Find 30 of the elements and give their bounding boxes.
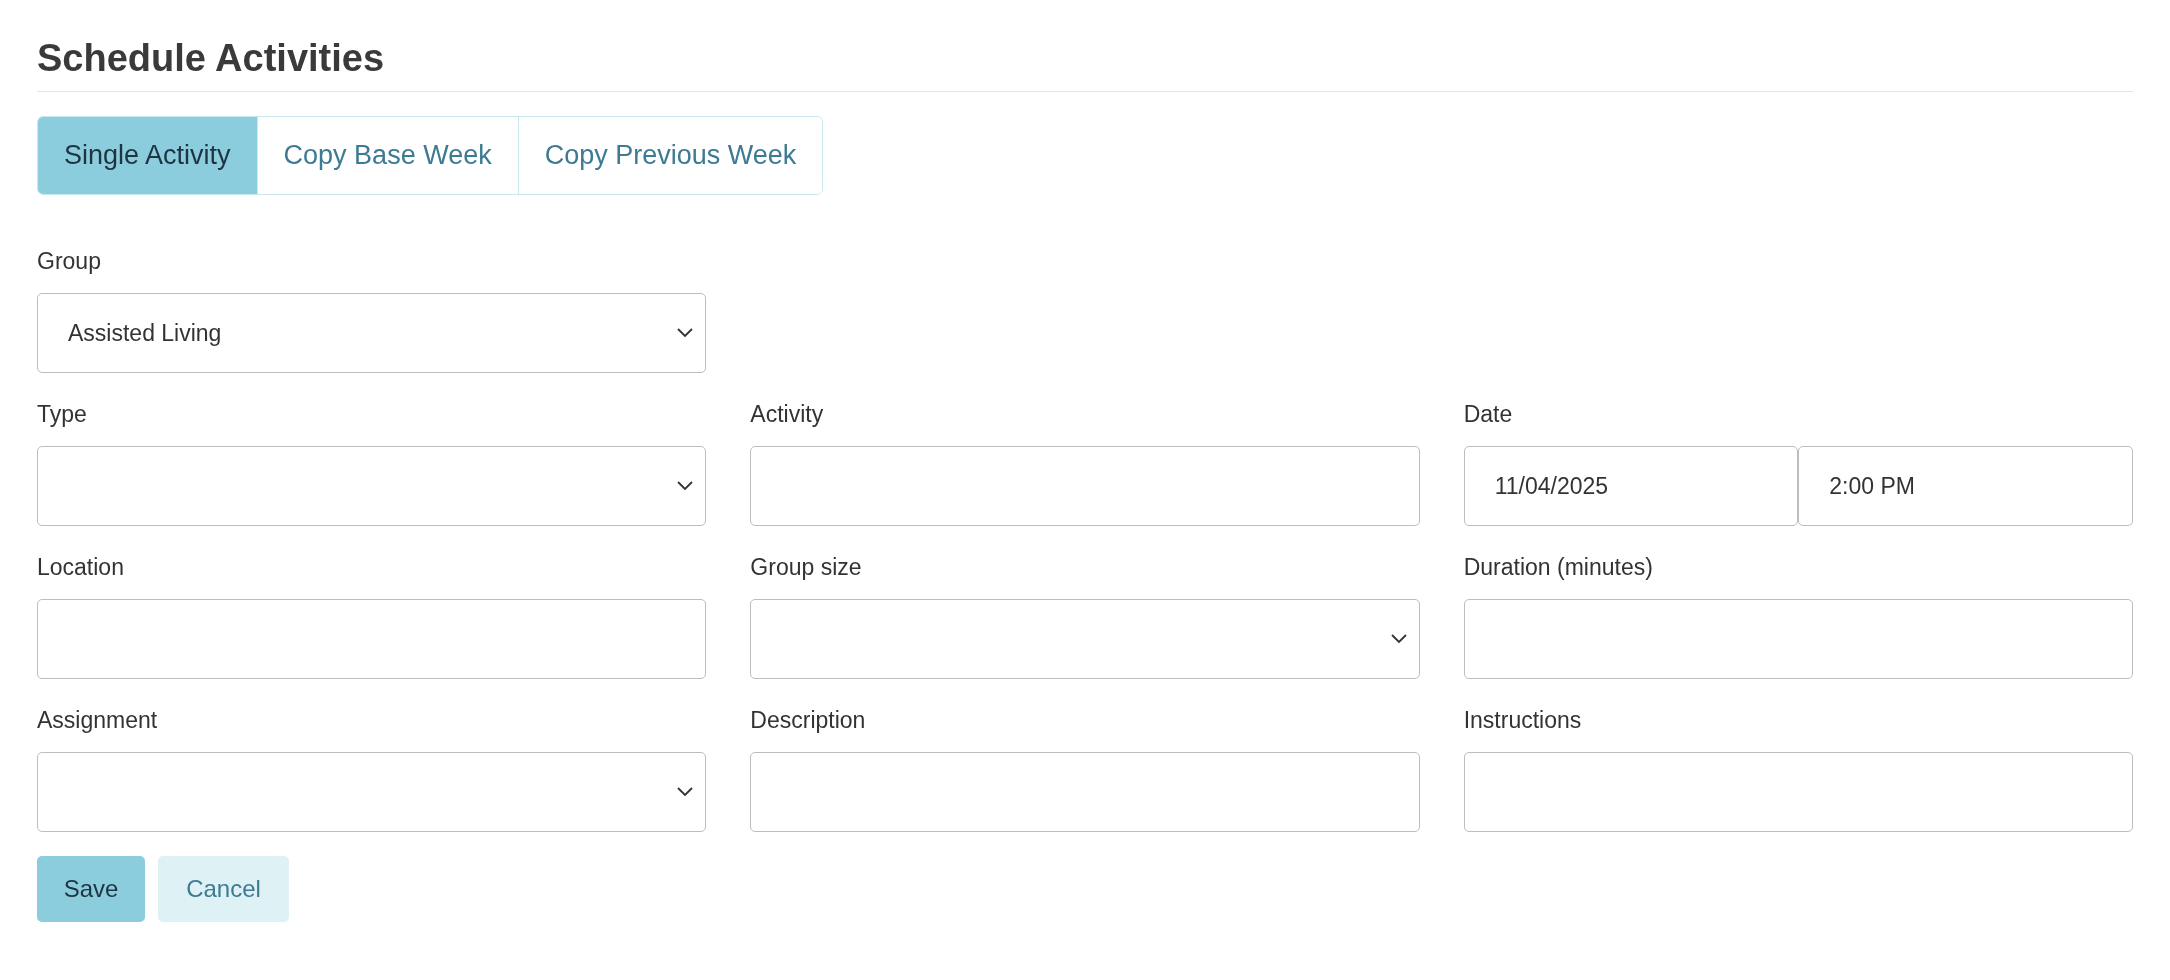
chevron-down-icon [1390, 634, 1407, 644]
date-field[interactable]: 11/04/2025 [1463, 446, 1799, 526]
field-label: Activity [750, 400, 825, 428]
tab[interactable]: Copy Previous Week [517, 117, 823, 194]
tab[interactable]: Single Activity [38, 117, 257, 194]
field-label: Description [750, 706, 867, 734]
text-field[interactable] [1463, 752, 2133, 832]
select-field[interactable] [750, 599, 1420, 679]
field-label: Date [1463, 400, 1514, 428]
field-label: Type [37, 400, 88, 428]
select-field[interactable] [37, 446, 707, 526]
text-field[interactable] [1463, 599, 2133, 679]
field-label: Duration (minutes) [1463, 553, 1654, 581]
chevron-down-icon [677, 328, 694, 338]
text-field[interactable] [750, 752, 1420, 832]
field-label: Instructions [1463, 706, 1583, 734]
page-title: Schedule Activities [37, 35, 2133, 92]
time-field[interactable]: 2:00 PM [1798, 446, 2133, 526]
text-field[interactable] [37, 599, 707, 679]
field-label: Location [37, 553, 125, 581]
field-label: Group [37, 247, 102, 275]
select-field[interactable] [37, 752, 707, 832]
select-field[interactable]: Assisted Living [37, 293, 707, 373]
chevron-down-icon [677, 481, 694, 491]
field-label: Group size [750, 553, 863, 581]
cancel-button[interactable]: Cancel [158, 856, 289, 922]
text-field[interactable] [750, 446, 1420, 526]
chevron-down-icon [677, 787, 694, 797]
field-label: Assignment [37, 706, 159, 734]
save-button[interactable]: Save [37, 856, 145, 922]
